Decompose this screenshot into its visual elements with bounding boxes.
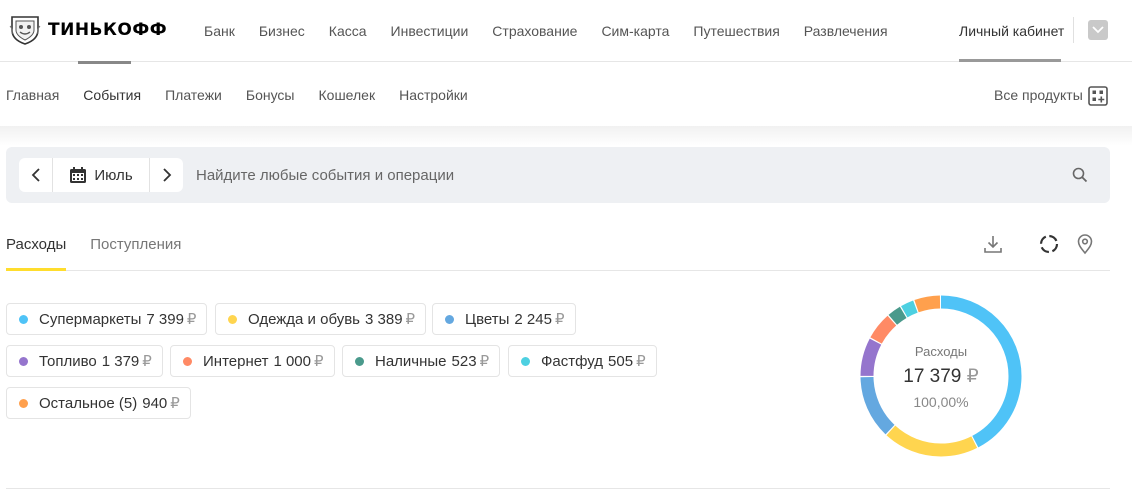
header-divider	[1073, 17, 1074, 43]
subnav-item-settings[interactable]: Настройки	[399, 87, 468, 103]
donut-label: Расходы	[914, 344, 968, 359]
category-chip-internet[interactable]: Интернет 1 000 ₽	[170, 345, 335, 377]
top-nav: Банк Бизнес Касса Инвестиции Страхование…	[204, 0, 912, 62]
category-name: Супермаркеты	[39, 310, 142, 328]
active-tab-underline	[6, 268, 66, 271]
subnav-item-bonuses[interactable]: Бонусы	[246, 87, 295, 103]
top-nav-item-insurance[interactable]: Страхование	[492, 23, 577, 39]
top-nav-item-travel[interactable]: Путешествия	[693, 23, 779, 39]
chevron-right-icon	[162, 168, 171, 182]
operations-tabs: Расходы Поступления	[6, 222, 205, 270]
category-name: Фастфуд	[541, 352, 604, 370]
chevron-left-icon	[31, 168, 40, 182]
donut-center-summary: Расходы 17 379 ₽ 100,00%	[858, 293, 1024, 459]
currency-sign: ₽	[405, 311, 416, 328]
category-chip-fuel[interactable]: Топливо 1 379 ₽	[6, 345, 163, 377]
top-nav-item-bank[interactable]: Банк	[204, 23, 235, 39]
search-icon[interactable]	[1071, 166, 1089, 184]
category-chip-flowers[interactable]: Цветы 2 245 ₽	[432, 303, 576, 335]
map-pin-icon[interactable]	[1073, 232, 1097, 256]
category-dot	[19, 398, 28, 408]
category-chip-cash[interactable]: Наличные 523 ₽	[342, 345, 501, 377]
month-label: Июль	[94, 166, 133, 184]
subnav-item-wallet[interactable]: Кошелек	[319, 87, 376, 103]
top-nav-item-kassa[interactable]: Касса	[329, 23, 367, 39]
category-amount: 1 000	[273, 352, 311, 370]
category-dot	[183, 356, 192, 366]
chart-view-icon[interactable]	[1037, 232, 1061, 256]
next-month-button[interactable]	[150, 158, 183, 192]
currency-sign: ₽	[186, 311, 197, 328]
personal-account-link[interactable]: Личный кабинет	[959, 0, 1064, 62]
month-selector[interactable]: Июль	[53, 158, 149, 192]
month-picker: Июль	[19, 158, 183, 192]
category-name: Остальное (5)	[39, 394, 138, 412]
category-amount: 940	[142, 394, 168, 412]
currency-sign: ₽	[554, 311, 565, 328]
category-dot	[19, 356, 28, 366]
section-nav: Главная События Платежи Бонусы Кошелек Н…	[0, 62, 1132, 127]
section-divider	[6, 488, 1110, 489]
category-dot	[355, 356, 364, 366]
category-dot	[228, 314, 237, 324]
tab-expenses[interactable]: Расходы	[6, 222, 66, 266]
donut-total: 17 379 ₽	[903, 365, 979, 388]
category-name: Интернет	[203, 352, 269, 370]
all-products-link[interactable]: Все продукты	[994, 62, 1083, 127]
currency-sign: ₽	[142, 353, 152, 370]
category-dot	[521, 356, 530, 366]
category-name: Наличные	[375, 352, 447, 370]
category-amount: 3 389	[365, 310, 403, 328]
logo-text: ТИНЬКОФФ	[48, 20, 168, 40]
currency-sign: ₽	[636, 353, 646, 370]
category-name: Одежда и обувь	[248, 310, 360, 328]
account-dropdown-button[interactable]	[1088, 20, 1108, 40]
category-amount: 7 399	[146, 310, 184, 328]
top-nav-item-sim-card[interactable]: Сим-карта	[601, 23, 669, 39]
calendar-icon	[70, 167, 87, 183]
subnav-active-underline	[78, 61, 131, 64]
category-name: Топливо	[39, 352, 97, 370]
subnav-shadow	[0, 126, 1132, 146]
category-name: Цветы	[465, 310, 510, 328]
currency-sign: ₽	[966, 366, 979, 387]
category-amount: 523	[451, 352, 477, 370]
category-chip-clothing[interactable]: Одежда и обувь 3 389 ₽	[215, 303, 427, 335]
category-chip-other[interactable]: Остальное (5) 940 ₽	[6, 387, 191, 419]
chevron-down-icon	[1092, 26, 1104, 34]
category-chip-supermarkets[interactable]: Супермаркеты 7 399 ₽	[6, 303, 208, 335]
search-input[interactable]: Найдите любые события и операции	[196, 147, 454, 203]
tinkoff-shield-icon	[6, 12, 44, 48]
currency-sign: ₽	[314, 353, 324, 370]
category-chip-fastfood[interactable]: Фастфуд 505 ₽	[508, 345, 657, 377]
all-products-grid-icon[interactable]	[1087, 85, 1109, 107]
currency-sign: ₽	[479, 353, 490, 370]
top-nav-item-investments[interactable]: Инвестиции	[391, 23, 469, 39]
subnav-item-home[interactable]: Главная	[6, 87, 59, 103]
top-nav-item-business[interactable]: Бизнес	[259, 23, 305, 39]
prev-month-button[interactable]	[19, 158, 52, 192]
donut-total-amount: 17 379	[903, 366, 962, 387]
donut-percent: 100,00%	[913, 394, 969, 410]
subnav-item-payments[interactable]: Платежи	[165, 87, 222, 103]
category-amount: 505	[608, 352, 634, 370]
top-header: ТИНЬКОФФ Банк Бизнес Касса Инвестиции Ст…	[0, 0, 1132, 62]
subnav-item-events[interactable]: События	[83, 87, 141, 103]
download-icon[interactable]	[981, 232, 1005, 256]
category-amount: 2 245	[514, 310, 552, 328]
logo[interactable]: ТИНЬКОФФ	[6, 12, 167, 48]
tabs-divider	[6, 270, 1110, 271]
category-dot	[19, 314, 28, 324]
events-search-bar: Июль Найдите любые события и операции	[6, 147, 1110, 203]
category-dot	[445, 314, 454, 324]
top-nav-item-entertainment[interactable]: Развлечения	[804, 23, 888, 39]
tab-income[interactable]: Поступления	[90, 222, 181, 266]
category-amount: 1 379	[101, 352, 140, 370]
currency-sign: ₽	[170, 395, 180, 412]
